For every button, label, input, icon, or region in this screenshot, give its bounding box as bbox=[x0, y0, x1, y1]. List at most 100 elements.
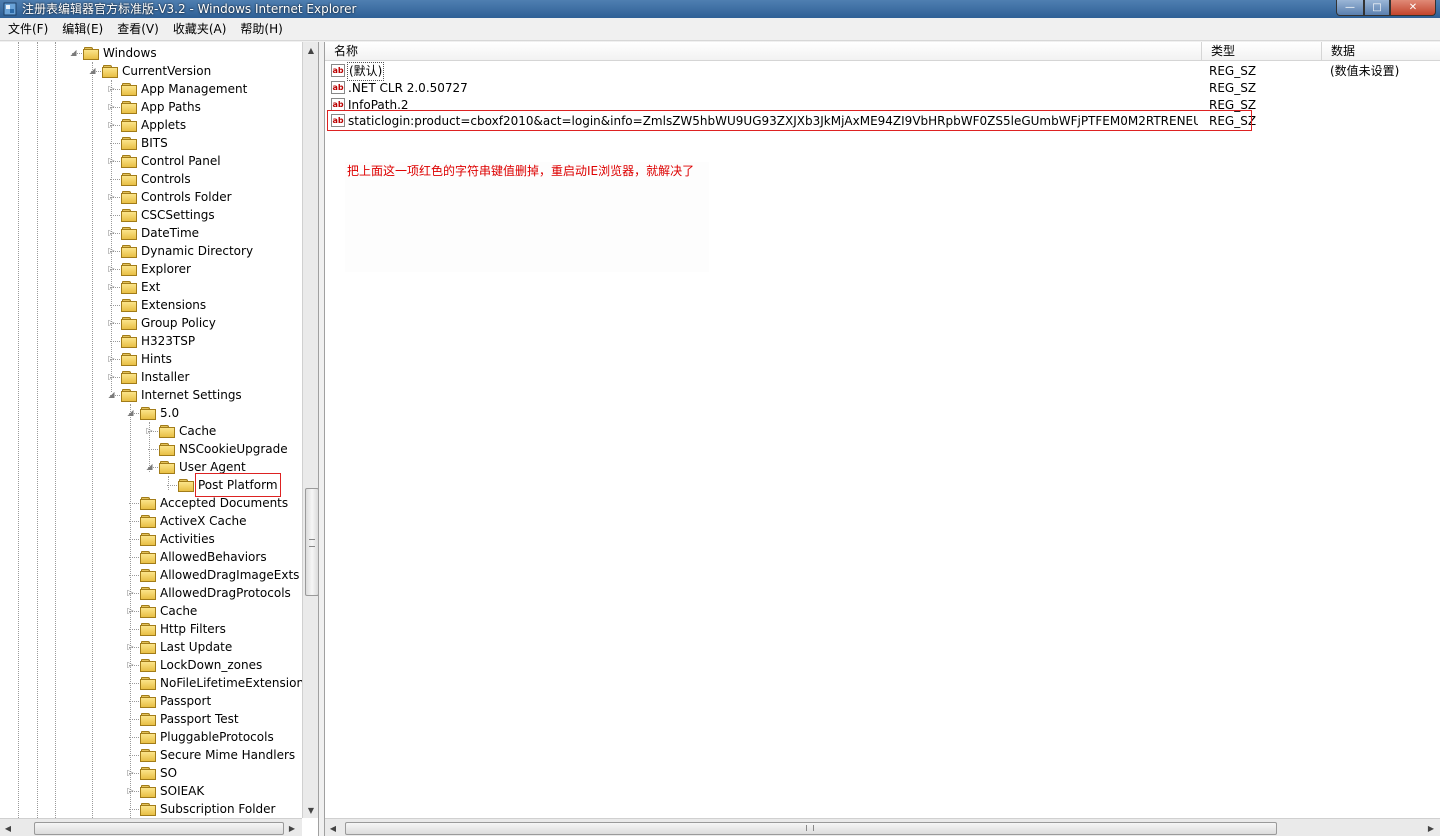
scroll-left-arrow-icon[interactable]: ◀ bbox=[325, 819, 341, 836]
expand-triangle-icon[interactable]: ▷ bbox=[107, 314, 116, 332]
expand-triangle-icon[interactable]: ▷ bbox=[126, 782, 135, 800]
scroll-left-arrow-icon[interactable]: ◀ bbox=[0, 819, 16, 836]
tree-horizontal-scroll-thumb[interactable] bbox=[34, 822, 284, 835]
tree-item[interactable]: ▷ App Paths bbox=[0, 98, 300, 116]
tree-item[interactable]: ◢ User Agent bbox=[0, 458, 300, 476]
scroll-right-arrow-icon[interactable]: ▶ bbox=[284, 819, 300, 836]
menu-edit[interactable]: 编辑(E) bbox=[56, 18, 109, 40]
tree-item[interactable]: BITS bbox=[0, 134, 300, 152]
expand-triangle-icon[interactable]: ▷ bbox=[107, 116, 116, 134]
tree-item[interactable]: H323TSP bbox=[0, 332, 300, 350]
expand-triangle-icon[interactable]: ▷ bbox=[107, 368, 116, 386]
collapse-triangle-icon[interactable]: ◢ bbox=[107, 386, 116, 404]
menu-view[interactable]: 查看(V) bbox=[111, 18, 165, 40]
collapse-triangle-icon[interactable]: ◢ bbox=[69, 44, 78, 62]
tree-item[interactable]: Accepted Documents bbox=[0, 494, 300, 512]
folder-icon bbox=[121, 335, 137, 348]
tree-item[interactable]: ▷ Cache bbox=[0, 602, 300, 620]
menu-help[interactable]: 帮助(H) bbox=[234, 18, 288, 40]
expand-triangle-icon[interactable]: ▷ bbox=[126, 656, 135, 674]
tree-item[interactable]: ◢ 5.0 bbox=[0, 404, 300, 422]
folder-icon bbox=[121, 137, 137, 150]
expand-triangle-icon[interactable]: ▷ bbox=[126, 602, 135, 620]
collapse-triangle-icon[interactable]: ◢ bbox=[126, 404, 135, 422]
tree-item[interactable]: Post Platform bbox=[0, 473, 300, 497]
tree-item[interactable]: ▷ App Management bbox=[0, 80, 300, 98]
tree-item[interactable]: ▷ SO bbox=[0, 764, 300, 782]
folder-icon bbox=[121, 317, 137, 330]
tree-item[interactable]: Passport Test bbox=[0, 710, 300, 728]
tree-item-label: PluggableProtocols bbox=[160, 730, 274, 744]
tree-item-label: User Agent bbox=[179, 460, 246, 474]
tree-item[interactable]: ▷ Controls Folder bbox=[0, 188, 300, 206]
tree-item[interactable]: Extensions bbox=[0, 296, 300, 314]
expand-triangle-icon[interactable]: ▷ bbox=[126, 638, 135, 656]
expand-triangle-icon[interactable]: ▷ bbox=[145, 422, 154, 440]
collapse-triangle-icon[interactable]: ◢ bbox=[88, 62, 97, 80]
tree-item[interactable]: ▷ Last Update bbox=[0, 638, 300, 656]
tree-item[interactable]: ▷ Installer bbox=[0, 368, 300, 386]
collapse-triangle-icon[interactable]: ◢ bbox=[145, 458, 154, 476]
menu-file[interactable]: 文件(F) bbox=[2, 18, 54, 40]
expand-triangle-icon[interactable]: ▷ bbox=[107, 152, 116, 170]
value-row[interactable]: ab (默认) REG_SZ (数值未设置) bbox=[325, 62, 1440, 81]
tree-item[interactable]: NoFileLifetimeExtension bbox=[0, 674, 302, 692]
list-horizontal-scroll-thumb[interactable] bbox=[345, 822, 1277, 835]
tree-item[interactable]: ▷ Cache bbox=[0, 422, 300, 440]
tree-item[interactable]: ▷ Group Policy bbox=[0, 314, 300, 332]
tree-item[interactable]: ▷ Explorer bbox=[0, 260, 300, 278]
tree-item[interactable]: ActiveX Cache bbox=[0, 512, 300, 530]
tree-horizontal-scrollbar[interactable]: ◀ ▶ bbox=[0, 818, 302, 836]
expand-triangle-icon[interactable]: ▷ bbox=[107, 242, 116, 260]
column-header-data[interactable]: 数据 bbox=[1322, 42, 1440, 61]
list-horizontal-scrollbar[interactable]: ◀ ▶ bbox=[325, 818, 1440, 836]
tree-item[interactable]: Passport bbox=[0, 692, 300, 710]
tree-item[interactable]: ◢ Windows bbox=[0, 44, 300, 62]
scroll-right-arrow-icon[interactable]: ▶ bbox=[1423, 819, 1439, 836]
tree-item[interactable]: PluggableProtocols bbox=[0, 728, 300, 746]
tree-item[interactable]: ◢ CurrentVersion bbox=[0, 62, 300, 80]
tree-item[interactable]: ▷ AllowedDragProtocols bbox=[0, 584, 300, 602]
maximize-button[interactable]: □ bbox=[1364, 0, 1390, 16]
tree-item[interactable]: ◢ Internet Settings bbox=[0, 386, 300, 404]
tree-vertical-scrollbar[interactable]: ▲ ▼ bbox=[302, 42, 318, 818]
close-button[interactable]: ✕ bbox=[1390, 0, 1436, 16]
tree-vertical-scroll-thumb[interactable] bbox=[305, 488, 318, 596]
expand-triangle-icon[interactable]: ▷ bbox=[107, 278, 116, 296]
value-row[interactable]: ab .NET CLR 2.0.50727 REG_SZ bbox=[325, 80, 1440, 97]
minimize-button[interactable]: — bbox=[1336, 0, 1364, 16]
tree-item[interactable]: Controls bbox=[0, 170, 300, 188]
column-header-type[interactable]: 类型 bbox=[1202, 42, 1322, 61]
tree-item[interactable]: CSCSettings bbox=[0, 206, 300, 224]
folder-icon bbox=[140, 605, 156, 618]
column-header-name[interactable]: 名称 bbox=[325, 42, 1202, 61]
expand-triangle-icon[interactable]: ▷ bbox=[107, 260, 116, 278]
tree-item[interactable]: ▷ Control Panel bbox=[0, 152, 300, 170]
expand-triangle-icon[interactable]: ▷ bbox=[107, 80, 116, 98]
tree-item[interactable]: ▷ Hints bbox=[0, 350, 300, 368]
tree-item[interactable]: ▷ Applets bbox=[0, 116, 300, 134]
tree-item[interactable]: Activities bbox=[0, 530, 300, 548]
expand-triangle-icon[interactable]: ▷ bbox=[126, 584, 135, 602]
tree-item[interactable]: AllowedDragImageExts bbox=[0, 566, 300, 584]
tree-item[interactable]: AllowedBehaviors bbox=[0, 548, 300, 566]
menu-favorites[interactable]: 收藏夹(A) bbox=[167, 18, 233, 40]
expand-triangle-icon[interactable]: ▷ bbox=[107, 98, 116, 116]
tree-item-label: Cache bbox=[179, 424, 217, 438]
tree-item[interactable]: ▷ DateTime bbox=[0, 224, 300, 242]
tree-item[interactable]: ▷ LockDown_zones bbox=[0, 656, 300, 674]
scroll-up-arrow-icon[interactable]: ▲ bbox=[303, 42, 318, 58]
tree-item[interactable]: Secure Mime Handlers bbox=[0, 746, 300, 764]
tree-item-label: NSCookieUpgrade bbox=[179, 442, 288, 456]
tree-item[interactable]: ▷ SOIEAK bbox=[0, 782, 300, 800]
tree-item[interactable]: Subscription Folder bbox=[0, 800, 300, 818]
expand-triangle-icon[interactable]: ▷ bbox=[107, 188, 116, 206]
expand-triangle-icon[interactable]: ▷ bbox=[107, 224, 116, 242]
expand-triangle-icon[interactable]: ▷ bbox=[126, 764, 135, 782]
tree-item[interactable]: NSCookieUpgrade bbox=[0, 440, 300, 458]
tree-item[interactable]: ▷ Ext bbox=[0, 278, 300, 296]
scroll-down-arrow-icon[interactable]: ▼ bbox=[303, 802, 318, 818]
expand-triangle-icon[interactable]: ▷ bbox=[107, 350, 116, 368]
tree-item[interactable]: Http Filters bbox=[0, 620, 300, 638]
tree-item[interactable]: ▷ Dynamic Directory bbox=[0, 242, 300, 260]
